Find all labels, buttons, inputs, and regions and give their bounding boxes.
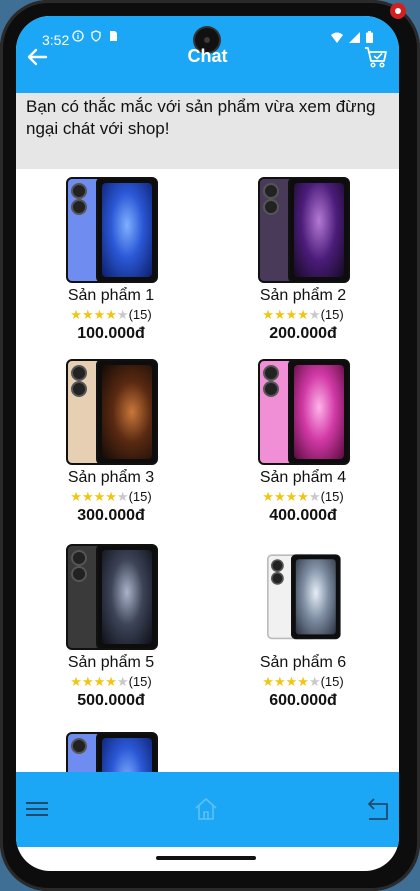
star-icon: ★★★★ [70,307,117,322]
wifi-icon [331,32,343,43]
phone-frame: 3:52 Chat Bạn có thắc mắc với sản phẩm v… [0,0,420,891]
camera-lens [71,199,87,215]
signal-icon [349,31,360,43]
product-front-shape [96,177,158,283]
camera-lens [71,566,87,582]
battery-icon [366,31,373,43]
review-count: (15) [128,674,152,689]
shield-icon [91,30,101,42]
product-card[interactable] [31,732,191,772]
star-empty-icon: ★ [308,674,321,689]
status-icons-left [72,30,118,42]
product-wallpaper [294,183,344,277]
product-wallpaper [102,550,152,644]
product-wallpaper [295,559,336,635]
product-image [66,177,158,283]
star-icon: ★★★★ [70,489,117,504]
product-price: 600.000đ [269,692,337,709]
product-rating: ★★★★★(15) [31,674,191,690]
product-name: Sản phẩm 4 [259,469,347,486]
review-count: (15) [128,307,152,322]
product-wallpaper [102,365,152,459]
product-image [66,544,158,650]
product-name: Sản phẩm 1 [67,287,155,304]
cart-icon[interactable] [363,44,389,70]
home-icon[interactable] [193,796,219,822]
camera-lens [263,183,279,199]
home-indicator[interactable] [156,856,256,860]
camera-lens [71,365,87,381]
product-rating: ★★★★★(15) [31,489,191,505]
star-icon: ★★★★ [262,489,309,504]
star-empty-icon: ★ [116,307,129,322]
camera-lens [271,559,284,572]
product-image [66,359,158,465]
star-icon: ★★★★ [262,307,309,322]
product-card[interactable]: Sản phẩm 6 ★★★★★(15) 600.000đ [223,544,383,710]
camera-lens [71,381,87,397]
product-name: Sản phẩm 5 [67,654,155,671]
product-grid: Sản phẩm 1 ★★★★★(15) 100.000đ Sản phẩm 2 [16,169,399,772]
review-count: (15) [320,307,344,322]
product-name: Sản phẩm 2 [259,287,347,304]
product-rating: ★★★★★(15) [223,674,383,690]
chat-notice-banner: Bạn có thắc mắc với sản phẩm vừa xem đừn… [16,93,399,169]
status-icons-right [331,31,373,43]
menu-icon[interactable] [24,796,50,822]
product-card[interactable]: Sản phẩm 2 ★★★★★(15) 200.000đ [223,177,383,343]
star-empty-icon: ★ [308,307,321,322]
product-card[interactable]: Sản phẩm 4 ★★★★★(15) 400.000đ [223,359,383,525]
camera-lens [263,199,279,215]
product-image [258,177,350,283]
camera-lens [271,572,284,585]
camera-lens [71,738,87,754]
page-title: Chat [187,46,228,66]
product-image [267,554,341,640]
product-price: 300.000đ [77,507,145,524]
product-front-shape [96,359,158,465]
app-screen: 3:52 Chat Bạn có thắc mắc với sản phẩm v… [16,16,399,871]
product-price: 200.000đ [269,325,337,342]
camera-lens [71,550,87,566]
star-empty-icon: ★ [116,674,129,689]
product-front-shape [96,544,158,650]
star-icon: ★★★★ [262,674,309,689]
product-front-shape [288,177,350,283]
product-card[interactable]: Sản phẩm 5 ★★★★★(15) 500.000đ [31,544,191,710]
camera-lens [263,365,279,381]
product-wallpaper [294,365,344,459]
review-count: (15) [128,489,152,504]
product-price: 100.000đ [77,325,145,342]
star-icon: ★★★★ [70,674,117,689]
bottom-nav [16,772,399,847]
camera-lens [263,381,279,397]
product-front-shape [288,359,350,465]
product-image [258,359,350,465]
product-front-shape [291,554,341,640]
review-count: (15) [320,674,344,689]
product-card[interactable]: Sản phẩm 1 ★★★★★(15) 100.000đ [31,177,191,343]
return-icon[interactable] [365,796,391,822]
product-name: Sản phẩm 3 [67,469,155,486]
product-rating: ★★★★★(15) [223,307,383,323]
product-price: 500.000đ [77,692,145,709]
camera-lens [71,183,87,199]
product-rating: ★★★★★(15) [31,307,191,323]
product-card[interactable]: Sản phẩm 3 ★★★★★(15) 300.000đ [31,359,191,525]
star-empty-icon: ★ [308,489,321,504]
product-image [66,732,158,772]
star-empty-icon: ★ [116,489,129,504]
app-bar: 3:52 Chat [16,16,399,93]
product-wallpaper [102,183,152,277]
product-wallpaper [102,738,152,772]
product-name: Sản phẩm 6 [259,654,347,671]
sim-icon [110,31,117,41]
product-rating: ★★★★★(15) [223,489,383,505]
review-count: (15) [320,489,344,504]
product-price: 400.000đ [269,507,337,524]
info-icon [72,30,84,42]
product-front-shape [96,732,158,772]
chat-notice-text: Bạn có thắc mắc với sản phẩm vừa xem đừn… [26,97,376,138]
